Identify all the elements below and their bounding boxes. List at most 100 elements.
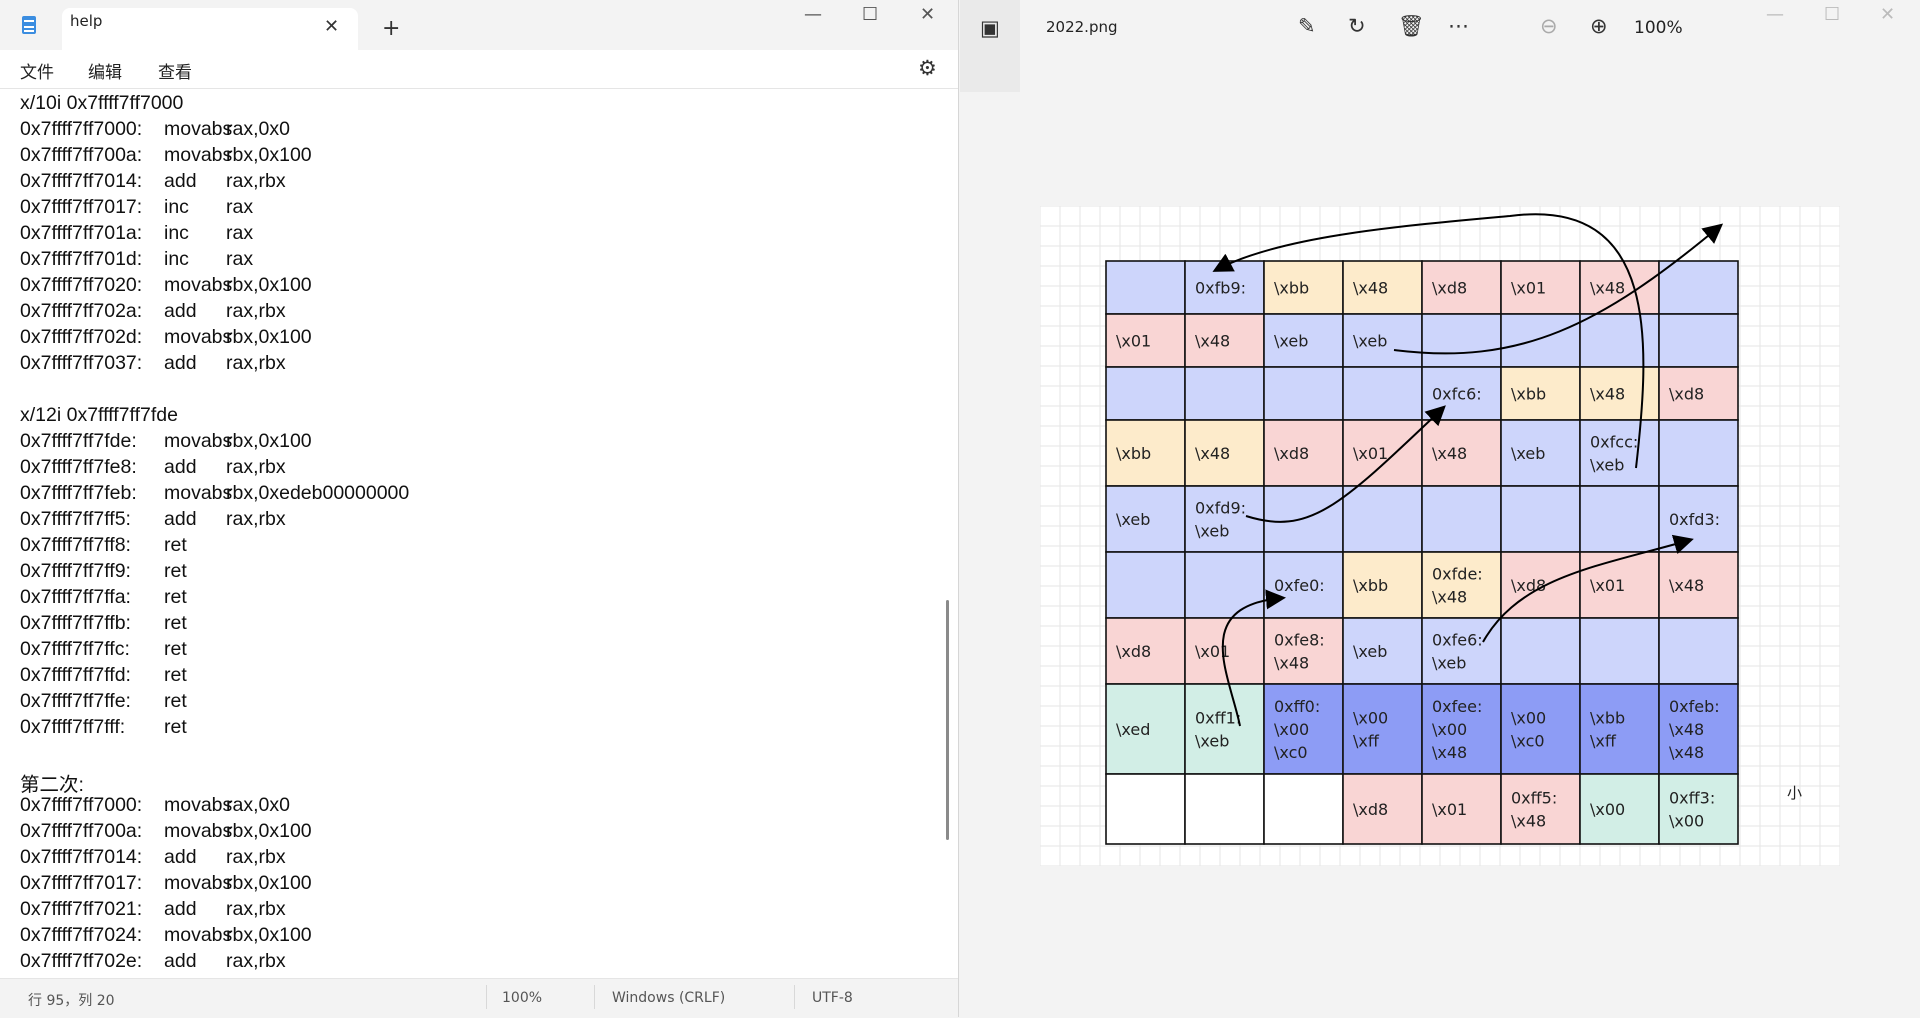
close-window-icon[interactable]: ✕ — [920, 4, 935, 25]
line-opcode: movabs — [164, 820, 233, 842]
cell-label: \xbb — [1116, 444, 1151, 463]
memory-cell — [1579, 683, 1660, 775]
memory-cell — [1579, 313, 1660, 368]
cell-label: \x48 — [1669, 720, 1704, 739]
line-address: 0x7ffff7ff7ffb: — [20, 612, 131, 634]
menu-file[interactable]: 文件 — [20, 58, 54, 83]
menu-view[interactable]: 查看 — [158, 58, 192, 83]
memory-cell — [1658, 419, 1739, 487]
cell-label: \xbb — [1353, 576, 1388, 595]
memory-cell — [1658, 617, 1739, 685]
memory-cell — [1184, 366, 1265, 421]
line-args: rbx,0xedeb00000000 — [226, 482, 410, 504]
cell-label: \x00 — [1669, 812, 1704, 831]
text-line: 0x7ffff7ff7ff9: ret — [20, 560, 920, 586]
line-args: rax — [226, 222, 254, 244]
line-address: 0x7ffff7ff7ffd: — [20, 664, 131, 686]
more-icon[interactable]: ⋯ — [1448, 14, 1469, 38]
memory-cell — [1658, 260, 1739, 315]
cell-label: \xd8 — [1353, 800, 1388, 819]
text-line: 0x7ffff7ff7ffd: ret — [20, 664, 920, 690]
line-address: 0x7ffff7ff7ff8: — [20, 534, 131, 556]
line-address: 0x7ffff7ff7017: — [20, 872, 143, 894]
text-line: 0x7ffff7ff7017: movabs rbx,0x100 — [20, 872, 920, 898]
maximize-icon[interactable]: ☐ — [862, 4, 878, 25]
cell-label: \xc0 — [1274, 743, 1308, 762]
text-line: x/10i 0x7ffff7ff7000 — [20, 92, 920, 118]
line-address: 0x7ffff7ff7024: — [20, 924, 143, 946]
edit-image-icon[interactable]: ✎ — [1298, 14, 1316, 38]
text-line: 0x7ffff7ff7feb: movabs rbx,0xedeb00000000 — [20, 482, 920, 508]
new-tab-icon[interactable]: + — [382, 16, 400, 41]
tab-close-icon[interactable]: ✕ — [324, 16, 339, 37]
settings-gear-icon[interactable]: ⚙ — [918, 56, 937, 80]
vertical-scrollbar[interactable] — [946, 600, 949, 840]
line-args: rbx,0x100 — [226, 924, 312, 946]
photos-maximize-icon[interactable]: ☐ — [1824, 4, 1840, 25]
line-address: 0x7ffff7ff7ffa: — [20, 586, 131, 608]
cell-label: \xeb — [1195, 522, 1229, 541]
text-line: 0x7ffff7ff7037: add rax,rbx — [20, 352, 920, 378]
cell-label: 0xfe0: — [1274, 576, 1325, 595]
photos-minimize-icon[interactable]: — — [1766, 4, 1784, 25]
cell-label: \xeb — [1116, 510, 1150, 529]
zoom-out-icon[interactable]: ⊖ — [1540, 14, 1558, 38]
cell-label: \x00 — [1353, 709, 1388, 728]
rotate-icon[interactable]: ↻ — [1348, 14, 1366, 38]
text-line: 0x7ffff7ff7017: inc rax — [20, 196, 920, 222]
line-args: rax,rbx — [226, 508, 286, 530]
zoom-in-icon[interactable]: ⊕ — [1590, 14, 1608, 38]
line-address: 0x7ffff7ff7ff9: — [20, 560, 131, 582]
menu-bar — [0, 50, 958, 89]
line-opcode: ret — [164, 586, 187, 608]
line-text — [20, 742, 25, 768]
cell-label: \xbb — [1274, 279, 1309, 298]
gallery-toggle[interactable] — [960, 0, 1020, 92]
memory-cell — [1500, 617, 1581, 685]
line-address: 0x7ffff7ff7fff: — [20, 716, 126, 738]
text-line: 0x7ffff7ff7024: movabs rbx,0x100 — [20, 924, 920, 950]
line-opcode: add — [164, 846, 197, 868]
delete-icon[interactable]: 🗑 — [1398, 14, 1425, 39]
text-line: 0x7ffff7ff7fff: ret — [20, 716, 920, 742]
cell-label: 0xfe8: — [1274, 631, 1325, 650]
line-address: 0x7ffff7ff702a: — [20, 300, 143, 322]
memory-cell — [1579, 419, 1660, 487]
cell-label: 0xfd3: — [1669, 510, 1720, 529]
status-separator — [486, 985, 487, 1009]
text-line: 0x7ffff7ff7020: movabs rbx,0x100 — [20, 274, 920, 300]
line-args: rbx,0x100 — [226, 274, 312, 296]
memory-cell — [1500, 313, 1581, 368]
line-args: rax — [226, 248, 254, 270]
photos-close-icon[interactable]: ✕ — [1880, 4, 1895, 25]
notepad-tab[interactable] — [62, 8, 358, 50]
memory-cell — [1421, 485, 1502, 553]
text-line: 0x7ffff7ff7ffa: ret — [20, 586, 920, 612]
cell-label: \xeb — [1432, 654, 1466, 673]
cell-label: 0xff1: — [1195, 709, 1241, 728]
cell-label: 0xfde: — [1432, 565, 1483, 584]
line-opcode: add — [164, 508, 197, 530]
memory-cell — [1263, 366, 1344, 421]
gallery-icon[interactable]: ▣ — [980, 16, 1000, 40]
status-cursor-position: 行 95，列 20 — [28, 993, 115, 1009]
cell-label: \xed — [1116, 720, 1150, 739]
tab-title: help — [70, 12, 103, 30]
memory-cell — [1263, 773, 1344, 845]
menu-edit[interactable]: 编辑 — [88, 58, 122, 83]
line-opcode: movabs — [164, 794, 233, 816]
minimize-icon[interactable]: — — [804, 4, 822, 25]
cell-label: \xff — [1590, 732, 1617, 751]
line-opcode: ret — [164, 716, 187, 738]
text-line: 0x7ffff7ff702e: add rax,rbx — [20, 950, 920, 976]
cell-label: \x48 — [1432, 588, 1467, 607]
memory-cell — [1184, 773, 1265, 845]
line-opcode: movabs — [164, 326, 233, 348]
text-line: 0x7ffff7ff7ffe: ret — [20, 690, 920, 716]
cell-label: \x48 — [1195, 444, 1230, 463]
text-editor[interactable]: x/10i 0x7ffff7ff7000 0x7ffff7ff7000: movab… — [20, 92, 920, 976]
text-line: 0x7ffff7ff7014: add rax,rbx — [20, 170, 920, 196]
line-opcode: movabs — [164, 924, 233, 946]
line-opcode: inc — [164, 222, 189, 244]
text-line: 0x7ffff7ff7fe8: add rax,rbx — [20, 456, 920, 482]
